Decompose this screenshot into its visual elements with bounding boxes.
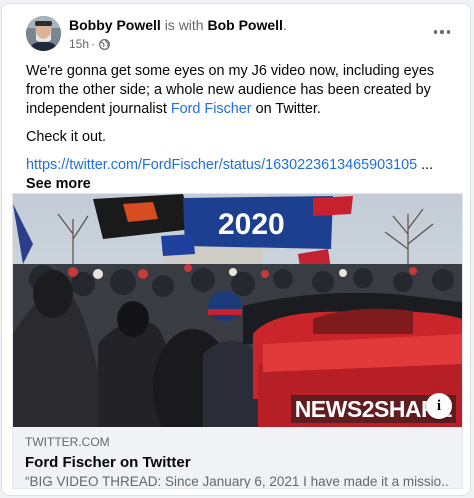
mention-link[interactable]: Ford Fischer	[171, 101, 252, 117]
preview-title[interactable]: Ford Fischer on Twitter	[25, 453, 450, 473]
preview-meta[interactable]: TWITTER.COM Ford Fischer on Twitter “BIG…	[13, 427, 462, 488]
post-paragraph-3: https://twitter.com/FordFischer/status/1…	[26, 156, 446, 194]
post-header: Bobby Powell is with Bob Powell. 15h ·	[26, 16, 456, 56]
preview-description: “BIG VIDEO THREAD: Since January 6, 2021…	[25, 474, 450, 489]
post-paragraph-2: Check it out.	[26, 129, 106, 145]
meta-separator: ·	[91, 37, 96, 51]
tweet-url-link[interactable]: https://twitter.com/FordFischer/status/1…	[26, 157, 417, 173]
more-options-icon[interactable]	[428, 18, 456, 46]
preview-domain: TWITTER.COM	[25, 435, 110, 449]
banner-text: 2020	[218, 208, 285, 241]
post-meta: 15h ·	[69, 37, 110, 51]
with-text: is with	[164, 17, 204, 33]
link-preview[interactable]: 2020 NEWS2SHARE i TWITTER.COM Ford Fisch…	[12, 193, 463, 489]
post-body: We're gonna get some eyes on my J6 video…	[26, 62, 446, 203]
tagged-user[interactable]: Bob Powell	[207, 17, 282, 33]
avatar[interactable]	[26, 16, 61, 51]
period: .	[282, 17, 287, 33]
author-name[interactable]: Bobby Powell	[69, 17, 161, 33]
post-paragraph-1: We're gonna get some eyes on my J6 video…	[26, 62, 446, 119]
info-icon[interactable]: i	[426, 393, 452, 419]
post-author-line: Bobby Powell is with Bob Powell.	[69, 17, 287, 34]
paragraph1-end: on Twitter.	[251, 101, 321, 117]
ellipsis: ...	[417, 157, 434, 173]
post-card: Bobby Powell is with Bob Powell. 15h · W…	[1, 3, 471, 496]
post-timestamp[interactable]: 15h	[69, 37, 89, 51]
see-more-button[interactable]: See more	[26, 176, 91, 192]
preview-image[interactable]: 2020 NEWS2SHARE i	[13, 194, 462, 427]
globe-icon[interactable]	[99, 38, 110, 50]
